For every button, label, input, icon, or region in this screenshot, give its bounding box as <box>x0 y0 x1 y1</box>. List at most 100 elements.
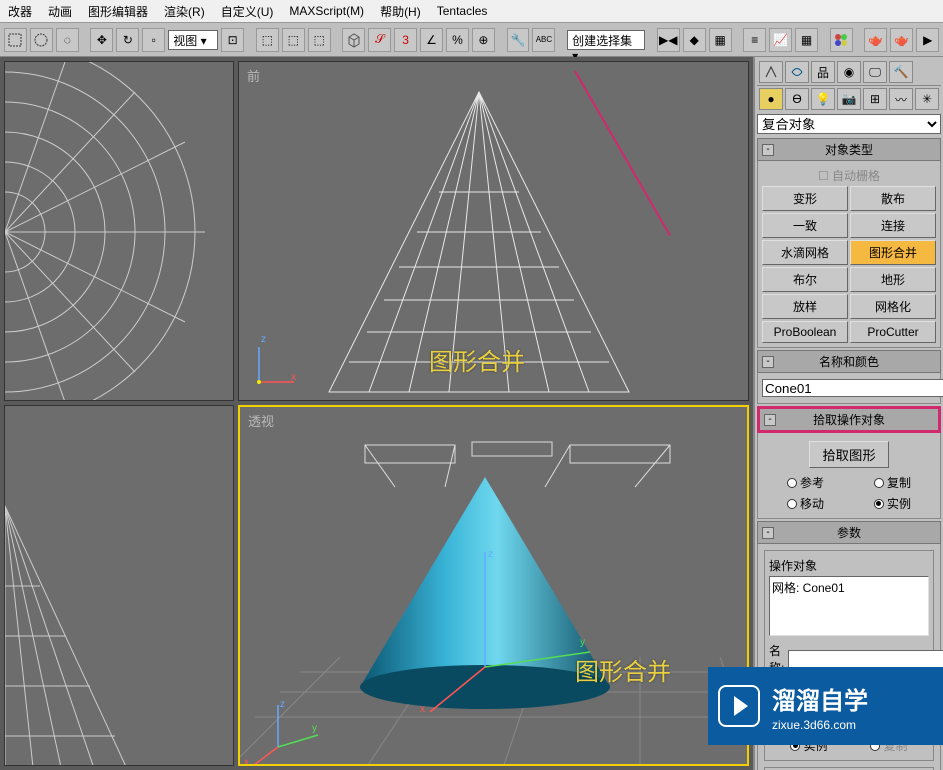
svg-text:x: x <box>244 757 249 766</box>
menu-graph-editor[interactable]: 图形编辑器 <box>80 0 156 23</box>
snap3-icon[interactable]: 3 <box>394 28 417 52</box>
viewport-top-left[interactable] <box>4 61 234 401</box>
svg-text:x: x <box>420 704 425 715</box>
bind-icon[interactable]: ⬚ <box>308 28 331 52</box>
svg-text:z: z <box>261 334 266 345</box>
subtab-spacewarps-icon[interactable]: 〰 <box>889 88 913 110</box>
coord-system-dropdown[interactable]: 视图 ▾ <box>168 30 218 50</box>
operand-listbox[interactable]: 网格: Cone01 <box>769 576 929 636</box>
tab-display-icon[interactable]: 🖵 <box>863 61 887 83</box>
btn-blobmesh[interactable]: 水滴网格 <box>762 240 848 265</box>
abc-icon[interactable]: ABC <box>532 28 555 52</box>
logo-overlay: 溜溜自学 zixue.3d66.com <box>708 667 943 745</box>
btn-scatter[interactable]: 散布 <box>850 186 936 211</box>
pick-shape-button[interactable]: 拾取图形 <box>809 441 888 468</box>
viewport-label-front: 前 <box>247 66 260 85</box>
btn-connect[interactable]: 连接 <box>850 213 936 238</box>
viewport-front[interactable]: 前 zx 图形合并 <box>238 61 749 401</box>
object-name-input[interactable] <box>762 379 943 397</box>
array-icon[interactable]: ▦ <box>709 28 732 52</box>
radio-copy[interactable]: 复制 <box>874 474 911 491</box>
viewport-bottom-left[interactable] <box>4 405 234 766</box>
btn-procutter[interactable]: ProCutter <box>850 321 936 343</box>
viewport-container: 前 z x 图形合并 <box>0 57 753 770</box>
box-icon[interactable] <box>342 28 365 52</box>
svg-text:z: z <box>488 549 493 560</box>
rollout-name-color: - 名称和颜色 <box>757 350 941 404</box>
subtab-geometry-icon[interactable]: ● <box>759 88 783 110</box>
rollout-header-pick-operand[interactable]: - 拾取操作对象 <box>757 406 941 433</box>
layer-icon[interactable]: ≡ <box>743 28 766 52</box>
category-dropdown[interactable]: 复合对象 <box>757 114 941 134</box>
subtab-cameras-icon[interactable]: 📷 <box>837 88 861 110</box>
annotation-text-1: 图形合并 <box>429 342 525 377</box>
subtab-shapes-icon[interactable]: Ө <box>785 88 809 110</box>
mirror-icon[interactable]: ▶◀ <box>657 28 680 52</box>
radio-move[interactable]: 移动 <box>787 495 824 512</box>
curve-editor-icon[interactable]: 📈 <box>769 28 792 52</box>
operand-group-label: 操作对象 <box>769 557 929 574</box>
unlink-icon[interactable]: ⬚ <box>282 28 305 52</box>
selection-set-dropdown[interactable]: 创建选择集 ▾ <box>567 30 645 50</box>
select-fence-icon[interactable]: ◌ <box>56 28 79 52</box>
move-icon[interactable]: ✥ <box>90 28 113 52</box>
auto-grid-checkbox: ☐ 自动栅格 <box>762 165 936 186</box>
render-icon[interactable]: ▶ <box>916 28 939 52</box>
tab-modify-icon[interactable] <box>785 61 809 83</box>
schematic-icon[interactable]: ▦ <box>795 28 818 52</box>
tab-create-icon[interactable] <box>759 61 783 83</box>
subtab-helpers-icon[interactable]: ⊞ <box>863 88 887 110</box>
menu-help[interactable]: 帮助(H) <box>372 0 429 23</box>
btn-shapemerge[interactable]: 图形合并 <box>850 240 936 265</box>
render-quick-icon[interactable]: 🫖 <box>890 28 913 52</box>
operand-name-input[interactable] <box>788 650 943 668</box>
rollout-pick-operand: - 拾取操作对象 拾取图形 参考 复制 移动 实例 <box>757 406 941 519</box>
rollout-header-params[interactable]: - 参数 <box>757 521 941 544</box>
rollout-header-object-type[interactable]: - 对象类型 <box>757 138 941 161</box>
pivot-icon[interactable]: ⊡ <box>221 28 244 52</box>
select-circle-icon[interactable] <box>30 28 53 52</box>
select-rect-icon[interactable] <box>4 28 27 52</box>
btn-proboolean[interactable]: ProBoolean <box>762 321 848 343</box>
menu-modifier[interactable]: 改器 <box>0 0 40 23</box>
btn-conform[interactable]: 一致 <box>762 213 848 238</box>
menu-render[interactable]: 渲染(R) <box>156 0 213 23</box>
edit-named-icon[interactable]: 🔧 <box>507 28 530 52</box>
svg-text:z: z <box>280 699 285 710</box>
render-setup-icon[interactable]: 🫖 <box>864 28 887 52</box>
angle-snap-icon[interactable]: ∠ <box>420 28 443 52</box>
btn-mesher[interactable]: 网格化 <box>850 294 936 319</box>
menu-tentacles[interactable]: Tentacles <box>429 1 496 21</box>
align-icon[interactable]: ◆ <box>683 28 706 52</box>
btn-terrain[interactable]: 地形 <box>850 267 936 292</box>
snap-icon[interactable]: 𝒮 <box>368 28 391 52</box>
rotate-icon[interactable]: ↻ <box>116 28 139 52</box>
subtab-systems-icon[interactable]: ✳ <box>915 88 939 110</box>
select-link-icon[interactable]: ⬚ <box>256 28 279 52</box>
annotation-text-2: 图形合并 <box>575 652 671 687</box>
menu-maxscript[interactable]: MAXScript(M) <box>281 1 372 21</box>
btn-loft[interactable]: 放样 <box>762 294 848 319</box>
btn-boolean[interactable]: 布尔 <box>762 267 848 292</box>
material-icon[interactable] <box>830 28 853 52</box>
subtab-lights-icon[interactable]: 💡 <box>811 88 835 110</box>
tab-motion-icon[interactable]: ◉ <box>837 61 861 83</box>
spinner-snap-icon[interactable]: ⊕ <box>472 28 495 52</box>
menu-animation[interactable]: 动画 <box>40 0 80 23</box>
logo-main-text: 溜溜自学 <box>772 681 868 716</box>
svg-text:y: y <box>312 723 317 734</box>
scale-icon[interactable]: ▫ <box>142 28 165 52</box>
viewport-label-persp: 透视 <box>248 411 274 430</box>
logo-play-icon <box>718 685 760 727</box>
tab-hierarchy-icon[interactable]: 品 <box>811 61 835 83</box>
radio-reference[interactable]: 参考 <box>787 474 824 491</box>
rollout-header-name-color[interactable]: - 名称和颜色 <box>757 350 941 373</box>
tab-utilities-icon[interactable]: 🔨 <box>889 61 913 83</box>
viewport-perspective[interactable]: 透视 <box>238 405 749 766</box>
percent-snap-icon[interactable]: % <box>446 28 469 52</box>
btn-morph[interactable]: 变形 <box>762 186 848 211</box>
logo-sub-text: zixue.3d66.com <box>772 718 868 732</box>
radio-instance[interactable]: 实例 <box>874 495 911 512</box>
main-toolbar: ◌ ✥ ↻ ▫ 视图 ▾ ⊡ ⬚ ⬚ ⬚ 𝒮 3 ∠ % ⊕ 🔧 ABC 创建选… <box>0 23 943 57</box>
menu-customize[interactable]: 自定义(U) <box>213 0 282 23</box>
